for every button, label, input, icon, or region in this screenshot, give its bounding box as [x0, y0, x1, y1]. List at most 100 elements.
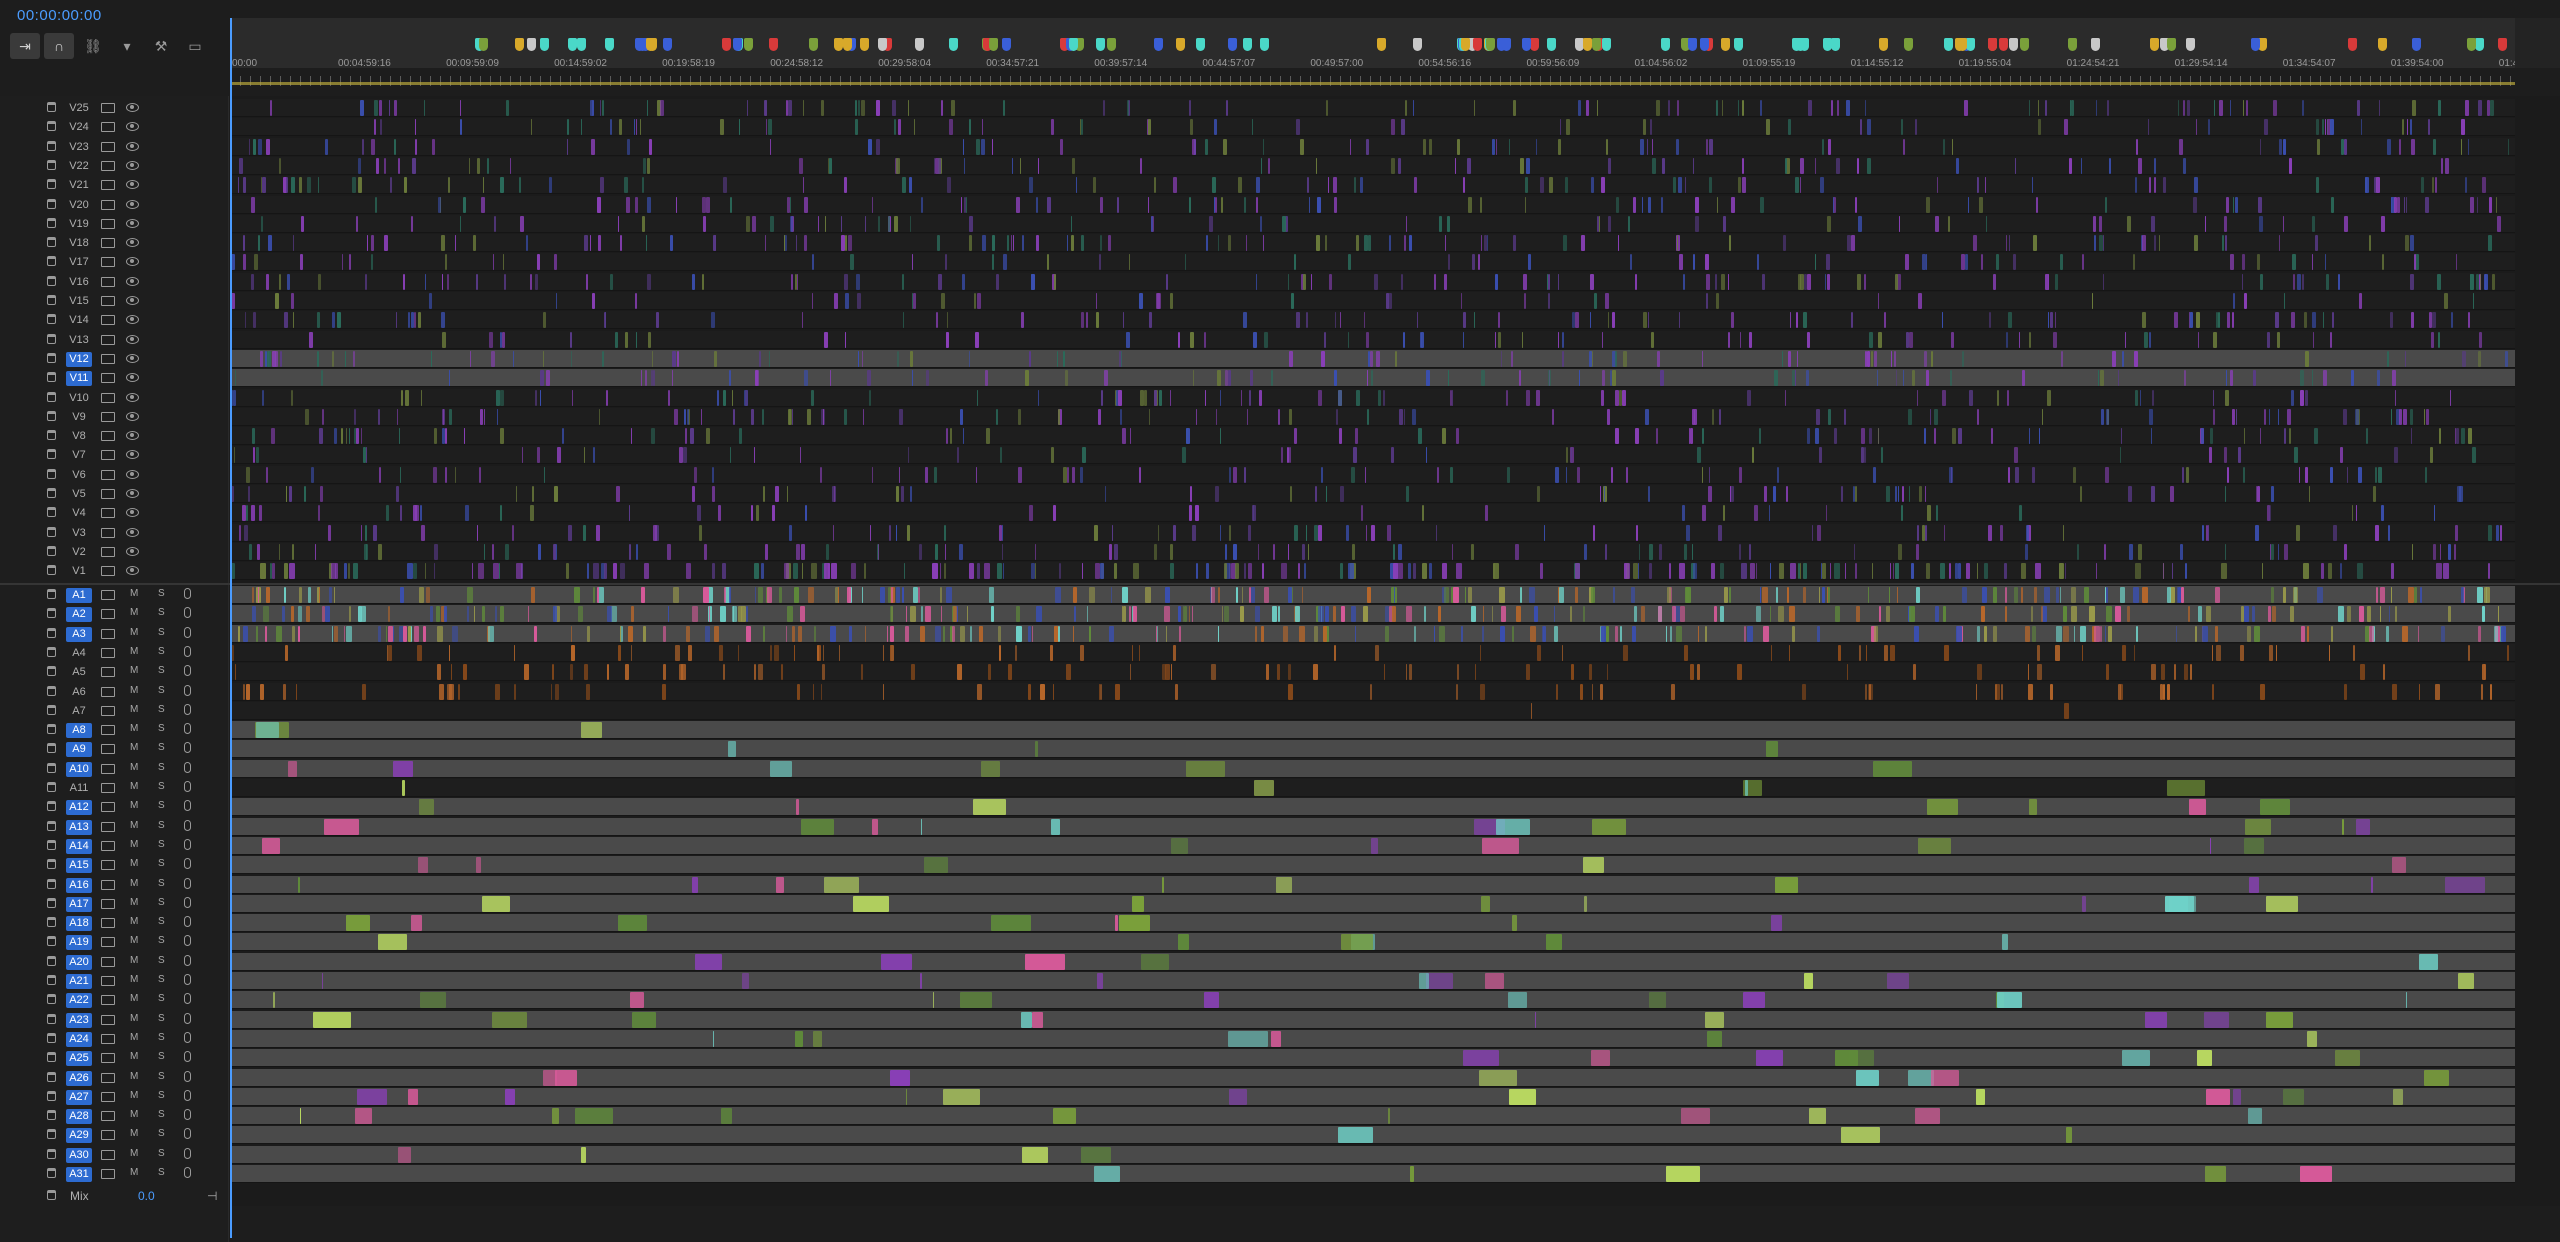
clip[interactable]: [1089, 587, 1095, 603]
clip[interactable]: [1909, 486, 1910, 502]
clip[interactable]: [945, 543, 946, 560]
clip[interactable]: [429, 293, 432, 309]
linked-selection-icon[interactable]: ⛓: [78, 33, 108, 59]
clip[interactable]: [1409, 664, 1412, 681]
clip[interactable]: [2438, 100, 2441, 116]
clip[interactable]: [845, 331, 846, 348]
track-name[interactable]: A7: [66, 704, 92, 719]
clip[interactable]: [869, 389, 871, 406]
clip[interactable]: [449, 683, 454, 700]
clip[interactable]: [2048, 312, 2049, 329]
clip[interactable]: [467, 606, 469, 623]
clip[interactable]: [2084, 587, 2089, 603]
clip[interactable]: [1442, 428, 1446, 445]
clip[interactable]: [951, 100, 955, 116]
clip[interactable]: [1224, 606, 1229, 623]
marker[interactable]: [1096, 38, 1105, 51]
clip[interactable]: [1364, 235, 1368, 252]
clip[interactable]: [793, 563, 798, 580]
clip[interactable]: [1130, 428, 1131, 445]
clip[interactable]: [728, 741, 736, 758]
clip[interactable]: [1679, 254, 1683, 271]
clip[interactable]: [467, 587, 473, 603]
clip[interactable]: [1658, 606, 1662, 623]
clip[interactable]: [298, 606, 302, 623]
clip[interactable]: [712, 466, 714, 483]
clip[interactable]: [1788, 119, 1791, 136]
sync-lock-icon[interactable]: [101, 1169, 115, 1179]
clip[interactable]: [776, 876, 784, 893]
clip[interactable]: [2136, 625, 2138, 642]
lock-icon[interactable]: [47, 1129, 56, 1140]
clip[interactable]: [463, 196, 466, 213]
clip[interactable]: [602, 350, 604, 367]
track-lane[interactable]: [230, 740, 2515, 759]
clip[interactable]: [426, 587, 430, 603]
clip[interactable]: [1229, 1088, 1247, 1105]
clip[interactable]: [1906, 331, 1909, 348]
clip[interactable]: [1558, 273, 1559, 290]
track-lane[interactable]: [230, 542, 2515, 561]
clip[interactable]: [1053, 505, 1056, 522]
clip[interactable]: [1403, 331, 1405, 348]
clip[interactable]: [1639, 543, 1640, 560]
clip[interactable]: [912, 254, 913, 271]
clip[interactable]: [797, 273, 798, 290]
clip[interactable]: [1264, 331, 1268, 348]
clip[interactable]: [957, 447, 959, 464]
clip[interactable]: [2330, 119, 2334, 136]
eye-icon[interactable]: [126, 489, 139, 498]
clip[interactable]: [1643, 119, 1646, 136]
clip[interactable]: [1558, 138, 1561, 155]
marker[interactable]: [1176, 38, 1185, 51]
clip[interactable]: [349, 428, 350, 445]
solo-button[interactable]: S: [158, 878, 165, 889]
clip[interactable]: [1778, 606, 1784, 623]
clip[interactable]: [246, 466, 250, 483]
clip[interactable]: [2406, 992, 2407, 1009]
clip[interactable]: [1389, 235, 1391, 252]
clip[interactable]: [1597, 100, 1598, 116]
clip[interactable]: [2184, 664, 2188, 681]
clip[interactable]: [1993, 273, 1996, 290]
clip[interactable]: [256, 625, 258, 642]
clip[interactable]: [2271, 486, 2274, 502]
clip[interactable]: [781, 664, 783, 681]
clip[interactable]: [858, 350, 859, 367]
clip[interactable]: [711, 312, 715, 329]
marker[interactable]: [1796, 38, 1805, 51]
clip[interactable]: [2322, 119, 2324, 136]
clip[interactable]: [1788, 350, 1791, 367]
clip[interactable]: [1855, 486, 1857, 502]
clip[interactable]: [1165, 587, 1170, 603]
clip[interactable]: [668, 389, 670, 406]
clip[interactable]: [645, 370, 647, 387]
clip[interactable]: [1336, 408, 1338, 425]
clip[interactable]: [441, 235, 445, 252]
clip[interactable]: [479, 466, 481, 483]
clip[interactable]: [531, 587, 535, 603]
clip[interactable]: [2257, 486, 2260, 502]
clip[interactable]: [2159, 235, 2160, 252]
clip[interactable]: [1003, 100, 1005, 116]
clip[interactable]: [1830, 563, 1831, 580]
clip[interactable]: [286, 486, 287, 502]
clip[interactable]: [824, 331, 828, 348]
clip[interactable]: [2029, 100, 2030, 116]
solo-button[interactable]: S: [158, 742, 165, 753]
clip[interactable]: [1586, 100, 1589, 116]
clip[interactable]: [1838, 644, 1841, 661]
track-name[interactable]: V11: [66, 371, 92, 387]
clip[interactable]: [1482, 837, 1519, 854]
clip[interactable]: [271, 428, 275, 445]
clip[interactable]: [1828, 138, 1831, 155]
clip[interactable]: [2174, 312, 2178, 329]
clip[interactable]: [405, 389, 409, 406]
clip[interactable]: [2015, 157, 2016, 174]
clip[interactable]: [1608, 312, 1609, 329]
clip[interactable]: [1325, 606, 1329, 623]
clip[interactable]: [348, 563, 350, 580]
marker[interactable]: [1966, 38, 1975, 51]
clip[interactable]: [1058, 408, 1060, 425]
marker[interactable]: [540, 38, 549, 51]
